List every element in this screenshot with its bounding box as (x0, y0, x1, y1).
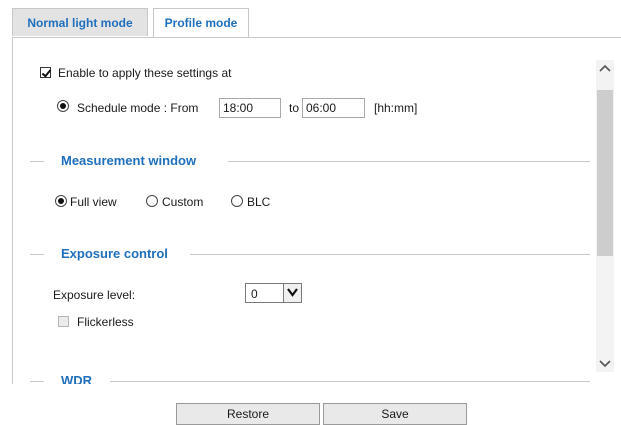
blc-label: BLC (247, 195, 271, 209)
vertical-scrollbar[interactable] (596, 60, 614, 372)
action-buttons: Restore Save (0, 403, 621, 425)
flickerless-checkbox[interactable] (58, 316, 69, 327)
scrollbar-thumb[interactable] (597, 90, 613, 256)
chevron-up-icon[interactable] (596, 60, 614, 78)
measurement-window-header: Measurement window (30, 153, 590, 169)
custom-radio[interactable] (146, 195, 158, 207)
exposure-level-value: 0 (251, 287, 258, 301)
exposure-control-title: Exposure control (61, 246, 168, 261)
exposure-control-header: Exposure control (30, 246, 590, 262)
full-view-label: Full view (70, 195, 117, 209)
custom-label: Custom (162, 195, 204, 209)
schedule-from-input[interactable] (219, 98, 281, 118)
tab-profile-mode[interactable]: Profile mode (153, 8, 249, 38)
schedule-mode-label: Schedule mode : From (77, 101, 199, 115)
wdr-title: WDR (61, 373, 93, 384)
schedule-to-label: to (289, 101, 300, 115)
full-view-radio[interactable] (55, 195, 67, 207)
schedule-mode-radio[interactable] (57, 100, 69, 112)
enable-label: Enable to apply these settings at (58, 66, 232, 80)
time-format-label: [hh:mm] (374, 101, 418, 115)
enable-checkbox[interactable] (40, 67, 51, 78)
tab-normal-light-mode[interactable]: Normal light mode (12, 8, 148, 36)
wdr-header: WDR (30, 373, 590, 384)
exposure-level-select[interactable]: 0 (245, 283, 302, 303)
restore-button[interactable]: Restore (176, 403, 320, 425)
flickerless-label: Flickerless (77, 315, 134, 329)
blc-radio[interactable] (231, 195, 243, 207)
save-button[interactable]: Save (323, 403, 467, 425)
dropdown-chevron-down-icon[interactable] (283, 284, 301, 302)
measurement-window-title: Measurement window (61, 153, 197, 168)
schedule-to-input[interactable] (302, 98, 365, 118)
chevron-down-icon[interactable] (596, 354, 614, 372)
profile-settings-panel: Enable to apply these settings at Schedu… (12, 38, 621, 384)
exposure-level-label: Exposure level: (53, 288, 136, 302)
